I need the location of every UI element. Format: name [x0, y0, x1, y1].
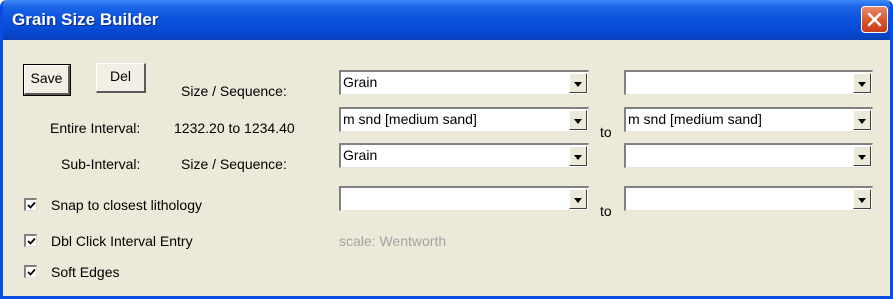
dialog-body: Save Del Size / Sequence: Entire Interva… — [3, 40, 890, 296]
sub-interval-label: Sub-Interval: — [61, 156, 141, 172]
entire-interval-to-combo[interactable]: m snd [medium sand] — [624, 107, 873, 132]
interval-range-value: 1232.20 to 1234.40 — [174, 120, 295, 136]
title-bar[interactable]: Grain Size Builder — [3, 0, 890, 40]
soft-edges-label[interactable]: Soft Edges — [51, 264, 120, 280]
chevron-down-icon[interactable] — [853, 189, 871, 209]
delete-button-label: Del — [109, 68, 131, 84]
to-label: to — [600, 203, 612, 219]
scale-label: scale: Wentworth — [339, 233, 447, 249]
soft-edges-checkbox[interactable] — [24, 265, 37, 278]
window-title: Grain Size Builder — [12, 10, 159, 29]
sub-size-sequence-label: Size / Sequence: — [181, 156, 287, 172]
size-sequence-combo[interactable]: Grain — [339, 70, 589, 95]
chevron-down-icon[interactable] — [569, 146, 587, 166]
chevron-down-icon[interactable] — [853, 110, 871, 130]
sub-interval-from-combo[interactable] — [339, 186, 589, 211]
entire-interval-to-value: m snd [medium sand] — [628, 111, 762, 127]
size-sequence-to-combo[interactable] — [624, 70, 873, 95]
chevron-down-icon[interactable] — [569, 73, 587, 93]
to-label: to — [600, 124, 612, 140]
grain-size-builder-window: Grain Size Builder Save Del Size / Seque… — [0, 0, 893, 299]
delete-button[interactable]: Del — [96, 63, 146, 93]
sub-size-sequence-combo[interactable]: Grain — [339, 143, 589, 168]
sub-size-sequence-to-combo[interactable] — [624, 143, 873, 168]
entire-interval-label: Entire Interval: — [50, 120, 141, 136]
dbl-click-entry-checkbox[interactable] — [24, 234, 37, 247]
checkmark-icon — [27, 268, 36, 276]
snap-lithology-label[interactable]: Snap to closest lithology — [51, 197, 202, 213]
chevron-down-icon[interactable] — [853, 146, 871, 166]
dbl-click-entry-label[interactable]: Dbl Click Interval Entry — [51, 233, 193, 249]
chevron-down-icon[interactable] — [569, 189, 587, 209]
size-sequence-value: Grain — [343, 74, 378, 90]
chevron-down-icon[interactable] — [569, 110, 587, 130]
save-button-label: Save — [30, 70, 63, 86]
snap-lithology-checkbox[interactable] — [24, 198, 37, 211]
sub-interval-to-combo[interactable] — [624, 186, 873, 211]
size-sequence-label: Size / Sequence: — [181, 83, 287, 99]
entire-interval-from-combo[interactable]: m snd [medium sand] — [339, 107, 589, 132]
checkmark-icon — [27, 237, 36, 245]
close-icon — [867, 12, 882, 27]
close-button[interactable] — [861, 6, 888, 33]
save-button[interactable]: Save — [23, 64, 71, 96]
entire-interval-from-value: m snd [medium sand] — [343, 111, 477, 127]
checkmark-icon — [27, 201, 36, 209]
sub-size-sequence-value: Grain — [343, 147, 378, 163]
chevron-down-icon[interactable] — [853, 73, 871, 93]
